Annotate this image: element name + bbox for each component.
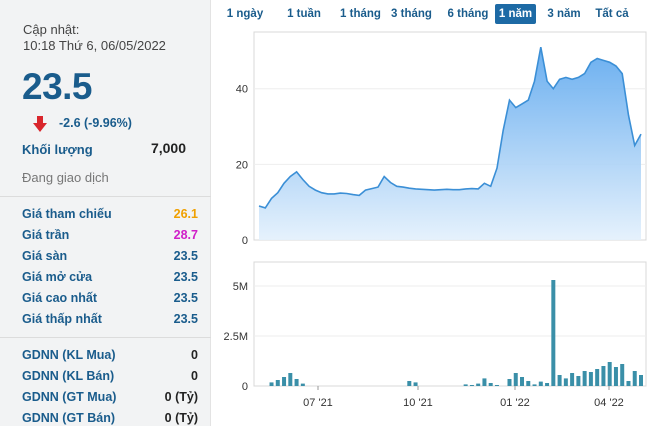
volume-bar — [463, 384, 468, 386]
y-tick-label: 0 — [242, 235, 248, 247]
x-tick-label: 10 '21 — [403, 397, 433, 409]
updated-time: 10:18 Thứ 6, 06/05/2022 — [23, 38, 166, 53]
foreign-trade-row: GDNN (KL Mua) 0 — [22, 348, 198, 366]
foreign-trade-value: 0 — [191, 348, 198, 362]
price-label: Giá tham chiếu — [22, 207, 112, 221]
volume-value: 7,000 — [150, 140, 186, 156]
updated-label: Cập nhật: — [23, 22, 80, 37]
y-tick-label: 20 — [236, 159, 248, 171]
price-row: Giá trần 28.7 — [22, 228, 198, 246]
x-tick-label: 07 '21 — [303, 397, 333, 409]
volume-bar — [407, 381, 412, 386]
volume-bar — [551, 280, 556, 386]
price-label: Giá thấp nhất — [22, 312, 102, 326]
stock-widget: Cập nhật: 10:18 Thứ 6, 06/05/2022 23.5 -… — [0, 0, 647, 426]
foreign-trade-label: GDNN (GT Bán) — [22, 411, 116, 425]
y-tick-label: 40 — [236, 84, 248, 96]
foreign-trade-value: 0 — [191, 369, 198, 383]
volume-bar — [588, 372, 593, 386]
volume-bar — [538, 381, 543, 386]
price-value: 23.5 — [173, 270, 198, 284]
divider — [0, 196, 211, 197]
trading-status: Đang giao dịch — [22, 170, 109, 185]
x-tick-label: 01 '22 — [500, 397, 530, 409]
volume-bar — [639, 375, 643, 386]
volume-bar — [620, 364, 625, 386]
divider — [0, 337, 211, 338]
foreign-trade-row: GDNN (KL Bán) 0 — [22, 369, 198, 387]
quote-panel: Cập nhật: 10:18 Thứ 6, 06/05/2022 23.5 -… — [0, 0, 211, 426]
x-tick-label: 04 '22 — [594, 397, 624, 409]
foreign-trade-value: 0 (Tỷ) — [164, 390, 198, 404]
volume-bar — [413, 382, 418, 386]
foreign-trade-row: GDNN (GT Bán) 0 (Tỷ) — [22, 411, 198, 426]
volume-bar — [288, 373, 293, 386]
arrow-down-icon — [33, 116, 47, 132]
tab-range[interactable]: 3 tháng — [388, 4, 435, 24]
foreign-trade-row: GDNN (GT Mua) 0 (Tỷ) — [22, 390, 198, 408]
volume-bar — [563, 378, 568, 386]
volume-bar — [545, 383, 550, 386]
price-volume-chart: 0 20 40 0 2.5M 5M 07 '21 10 '21 01 '22 04 '22 — [224, 31, 647, 409]
tab-range[interactable]: 3 năm — [543, 4, 585, 24]
volume-bar — [607, 362, 612, 386]
volume-bar — [507, 379, 512, 386]
foreign-trade-label: GDNN (GT Mua) — [22, 390, 117, 404]
volume-bar — [557, 375, 562, 386]
price-label: Giá trần — [22, 228, 70, 242]
price-label: Giá mở cửa — [22, 270, 93, 284]
volume-bar — [595, 369, 600, 386]
y-tick-label: 5M — [233, 281, 248, 293]
volume-bar — [300, 383, 305, 386]
volume-bar — [570, 373, 575, 386]
volume-bar — [482, 378, 487, 386]
volume-bar — [469, 385, 474, 386]
volume-bar — [494, 385, 499, 386]
price-row: Giá cao nhất 23.5 — [22, 291, 198, 309]
y-tick-label: 2.5M — [224, 331, 248, 343]
foreign-trade-value: 0 (Tỷ) — [164, 411, 198, 425]
volume-panel — [253, 261, 647, 387]
volume-bar — [282, 377, 287, 386]
price-row: Giá thấp nhất 23.5 — [22, 312, 198, 330]
tab-range[interactable]: Tất cả — [592, 4, 632, 24]
price-label: Giá sàn — [22, 249, 68, 263]
price-row: Giá mở cửa 23.5 — [22, 270, 198, 288]
tab-range[interactable]: 1 năm — [495, 4, 536, 24]
price-label: Giá cao nhất — [22, 291, 98, 305]
tab-range[interactable]: 1 tuần — [282, 4, 326, 24]
foreign-trade-label: GDNN (KL Mua) — [22, 348, 116, 362]
y-tick-label: 0 — [242, 381, 248, 393]
tab-range[interactable]: 1 tháng — [332, 4, 389, 24]
current-price: 23.5 — [22, 66, 93, 107]
volume-bar — [576, 376, 581, 386]
tab-range[interactable]: 1 ngày — [224, 4, 266, 24]
volume-bar — [582, 371, 587, 386]
foreign-trade-label: GDNN (KL Bán) — [22, 369, 115, 383]
volume-bar — [269, 382, 274, 386]
price-change: -2.6 (-9.96%) — [59, 116, 132, 130]
price-row: Giá sàn 23.5 — [22, 249, 198, 267]
price-value: 23.5 — [173, 249, 198, 263]
volume-bar — [476, 383, 481, 386]
volume-bar — [626, 381, 631, 386]
volume-bar — [513, 373, 518, 386]
price-value: 23.5 — [173, 312, 198, 326]
volume-bar — [275, 380, 280, 386]
price-row: Giá tham chiếu 26.1 — [22, 207, 198, 225]
volume-bar — [613, 367, 618, 386]
volume-bar — [488, 383, 493, 386]
volume-bar — [532, 384, 537, 386]
volume-bar — [601, 366, 606, 386]
price-value: 23.5 — [173, 291, 198, 305]
volume-bar — [520, 377, 525, 386]
price-value: 28.7 — [173, 228, 198, 242]
tab-range[interactable]: 6 tháng — [441, 4, 495, 24]
volume-bar — [294, 379, 299, 386]
volume-bar — [632, 371, 637, 386]
volume-bar — [526, 381, 531, 386]
volume-label: Khối lượng — [22, 142, 93, 157]
price-value: 26.1 — [173, 207, 198, 221]
